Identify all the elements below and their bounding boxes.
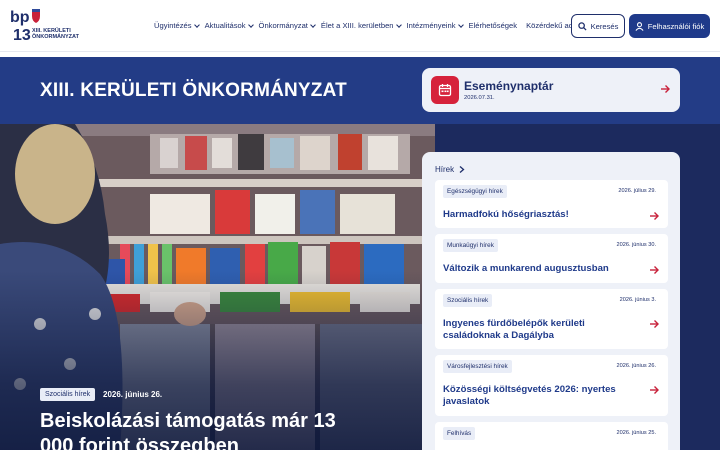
chevron-down-icon [247,21,254,28]
news-category-tag[interactable]: Városfejlesztési hírek [443,360,512,373]
news-heading: Hírek [435,165,455,174]
chevron-down-icon [193,21,200,28]
calendar-icon [431,76,459,104]
search-button[interactable]: Keresés [571,14,625,38]
news-item[interactable]: Egészségügyi hírek 2026. július 29. Harm… [435,180,668,228]
news-date: 2026. június 30. [616,242,657,248]
hero-title[interactable]: Beiskolázási támogatás már 13 000 forint… [40,409,370,450]
hero-shade [0,124,435,450]
nav-elet-a-keruletben[interactable]: Élet a XIII. kerületben [321,21,404,30]
event-calendar-card[interactable]: Eseménynaptár 2026.07.31. [422,68,680,112]
nav-elerhetosegek[interactable]: Elérhetőségek [469,21,518,30]
news-category-tag[interactable]: Szociális hírek [443,294,493,307]
news-date: 2026. június 3. [619,297,656,303]
chevron-down-icon [310,21,316,28]
arrow-right-icon [661,85,670,93]
chevron-down-icon [395,21,402,28]
hero-date: 2026. június 26. [103,390,163,399]
hero-category-tag[interactable]: Szociális hírek [40,388,96,401]
event-calendar-date: 2026.07.31. [464,95,495,101]
svg-text:13: 13 [13,27,31,42]
arrow-right-icon [650,266,659,274]
top-header: bp 13 XIII. KERÜLETI ÖNKORMÁNYZAT Ügyint… [0,0,720,52]
nav-ugyintezes[interactable]: Ügyintézés [154,21,202,30]
news-category-tag[interactable]: Felhívás [443,427,476,440]
user-icon [635,21,644,31]
nav-aktualitasok[interactable]: Aktualitások [205,21,256,30]
hero-image[interactable] [0,124,435,450]
news-date: 2026. június 25. [616,430,657,436]
news-title: Harmadfokú hőségriasztás! [443,209,569,220]
search-icon [577,21,587,31]
main-nav: Ügyintézés Aktualitások Önkormányzat Éle… [154,21,596,30]
news-category-tag[interactable]: Egészségügyi hírek [443,185,507,198]
bp13-logo[interactable]: bp 13 XIII. KERÜLETI ÖNKORMÁNYZAT [10,6,80,46]
news-date: 2026. június 26. [616,363,657,369]
chevron-right-icon [459,166,465,173]
page-title: XIII. KERÜLETI ÖNKORMÁNYZAT [40,80,347,101]
nav-intezmenyeink[interactable]: Intézményeink [407,21,466,30]
news-item[interactable]: Felhívás 2026. június 25. [435,422,668,450]
svg-text:bp: bp [10,9,30,26]
logo-text: XIII. KERÜLETI ÖNKORMÁNYZAT [32,28,79,40]
news-title: Közösségi költségvetés 2026: nyertes jav… [443,384,616,407]
event-calendar-title: Eseménynaptár [464,79,554,93]
search-button-label: Keresés [590,21,619,31]
chevron-down-icon [457,21,464,28]
news-title: Változik a munkarend augusztusban [443,263,609,274]
news-date: 2026. július 29. [618,188,656,194]
news-title: Ingyenes fürdőbelépők kerületi családokn… [443,318,585,341]
account-button[interactable]: Felhasználói fiók [629,14,710,38]
arrow-right-icon [650,386,659,394]
nav-onkormanyzat[interactable]: Önkormányzat [259,21,318,30]
news-item[interactable]: Munkaügyi hírek 2026. június 30. Változi… [435,234,668,283]
arrow-right-icon [650,320,659,328]
news-category-tag[interactable]: Munkaügyi hírek [443,239,498,252]
news-item[interactable]: Szociális hírek 2026. június 3. Ingyenes… [435,289,668,349]
account-button-label: Felhasználói fiók [647,21,705,31]
arrow-right-icon [650,212,659,220]
news-item[interactable]: Városfejlesztési hírek 2026. június 26. … [435,355,668,416]
news-heading-link[interactable]: Hírek [435,165,465,174]
